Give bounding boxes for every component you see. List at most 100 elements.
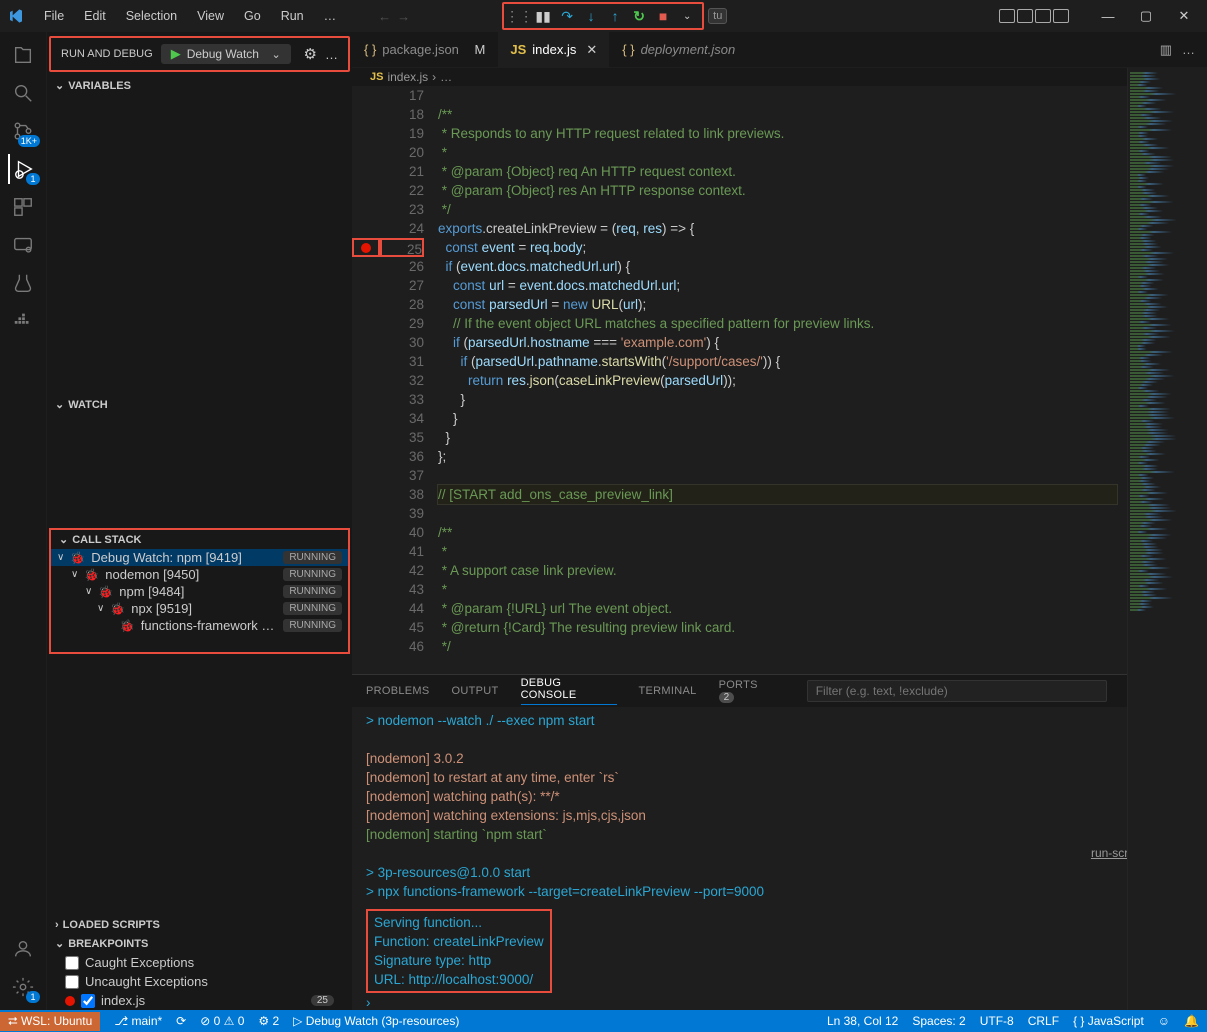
- menu-file[interactable]: File: [36, 7, 72, 25]
- lang-status[interactable]: { } JavaScript: [1073, 1014, 1144, 1028]
- config-name: Debug Watch: [187, 47, 259, 61]
- account-icon[interactable]: [8, 934, 38, 964]
- bp-count: 25: [311, 995, 334, 1006]
- encoding-status[interactable]: UTF-8: [980, 1014, 1014, 1028]
- restart-icon[interactable]: ↻: [627, 5, 651, 27]
- pause-icon[interactable]: ▮▮: [531, 5, 555, 27]
- tab-close-icon[interactable]: ✕: [586, 42, 597, 58]
- stop-icon[interactable]: ■: [651, 5, 675, 27]
- step-into-icon[interactable]: ↓: [579, 5, 603, 27]
- tab-output[interactable]: OUTPUT: [452, 685, 499, 697]
- bp-caught[interactable]: Caught Exceptions: [47, 953, 352, 972]
- callstack-row[interactable]: ∨🐞npm [9484]RUNNING: [51, 583, 348, 600]
- code-editor[interactable]: 1718192021222324252627282930313233343536…: [352, 86, 1207, 674]
- feedback-icon[interactable]: ☺: [1158, 1014, 1170, 1028]
- loaded-scripts-header[interactable]: ›LOADED SCRIPTS: [47, 916, 352, 934]
- panel: PROBLEMS OUTPUT DEBUG CONSOLE TERMINAL P…: [352, 674, 1207, 1010]
- debug-status[interactable]: ▷ Debug Watch (3p-resources): [293, 1014, 459, 1028]
- variables-header[interactable]: ⌄VARIABLES: [47, 76, 352, 95]
- chevron-down-icon: ⌄: [271, 48, 280, 61]
- nav-fwd-icon[interactable]: →: [397, 9, 410, 24]
- more-icon[interactable]: …: [325, 47, 338, 62]
- scm-icon[interactable]: 1K+: [8, 116, 38, 146]
- gear-icon[interactable]: ⚙: [304, 45, 317, 63]
- layout-4-icon: [1053, 9, 1069, 23]
- close-window-icon[interactable]: ✕: [1169, 8, 1199, 24]
- bp-uncaught[interactable]: Uncaught Exceptions: [47, 972, 352, 991]
- bp-file-check[interactable]: [81, 994, 95, 1008]
- layout-icons[interactable]: [999, 9, 1069, 23]
- debug-console[interactable]: > nodemon --watch ./ --exec npm start [n…: [352, 707, 1207, 1010]
- title-bar: File Edit Selection View Go Run … ← → ⋮⋮…: [0, 0, 1207, 32]
- drag-handle-icon[interactable]: ⋮⋮: [507, 5, 531, 27]
- menu-view[interactable]: View: [189, 7, 232, 25]
- ports-badge: 2: [719, 692, 735, 703]
- window-controls: — ▢ ✕: [999, 8, 1199, 24]
- menu-go[interactable]: Go: [236, 7, 269, 25]
- layout-2-icon: [1017, 9, 1033, 23]
- activity-bar: 1K+ 1 1: [0, 32, 46, 1010]
- ports-status[interactable]: ⚙ 2: [258, 1014, 279, 1028]
- editor-tabs: { }package.json M JSindex.js✕ { }deploym…: [352, 32, 1207, 68]
- breadcrumb[interactable]: JS index.js › …: [352, 68, 1207, 86]
- stop-chevron-icon[interactable]: ⌄: [675, 5, 699, 27]
- breakpoints-header[interactable]: ⌄BREAKPOINTS: [47, 934, 352, 953]
- editor-area: { }package.json M JSindex.js✕ { }deploym…: [352, 32, 1207, 1010]
- git-branch[interactable]: ⎇ main*: [114, 1014, 162, 1028]
- step-over-icon[interactable]: ↷: [555, 5, 579, 27]
- step-out-icon[interactable]: ↑: [603, 5, 627, 27]
- watch-header[interactable]: ⌄WATCH: [47, 395, 352, 414]
- bell-icon[interactable]: 🔔: [1184, 1014, 1199, 1028]
- bp-uncaught-check[interactable]: [65, 975, 79, 989]
- tab-problems[interactable]: PROBLEMS: [366, 685, 430, 697]
- maximize-icon[interactable]: ▢: [1131, 8, 1161, 24]
- console-line: run-script-pkg.js:64: [366, 844, 1193, 863]
- callstack-row[interactable]: ∨🐞npx [9519]RUNNING: [51, 600, 348, 617]
- minimap[interactable]: [1127, 68, 1207, 1010]
- menu-run[interactable]: Run: [273, 7, 312, 25]
- tab-deployment-json[interactable]: { }deployment.json: [610, 32, 748, 67]
- console-line: [nodemon] watching path(s): **/*log.js:3…: [366, 787, 1193, 806]
- launch-config-dropdown[interactable]: ▶ Debug Watch ⌄: [161, 44, 291, 64]
- menu-overflow[interactable]: …: [316, 7, 345, 25]
- callstack-header[interactable]: ⌄CALL STACK: [51, 530, 348, 549]
- remote-icon[interactable]: [8, 230, 38, 260]
- docker-icon[interactable]: [8, 306, 38, 336]
- tab-more-icon[interactable]: …: [1182, 42, 1195, 57]
- search-remnant[interactable]: tu: [708, 8, 727, 24]
- js-icon: JS: [370, 71, 383, 83]
- debug-icon[interactable]: 1: [8, 154, 38, 184]
- split-icon[interactable]: ▥: [1160, 42, 1172, 58]
- bp-caught-check[interactable]: [65, 956, 79, 970]
- nav-back-icon[interactable]: ←: [378, 9, 391, 24]
- minimize-icon[interactable]: —: [1093, 9, 1123, 24]
- git-sync[interactable]: ⟳: [176, 1014, 186, 1028]
- problems-status[interactable]: ⊘ 0 ⚠ 0: [200, 1014, 244, 1028]
- tab-ports[interactable]: PORTS 2: [719, 679, 775, 703]
- tab-index-js[interactable]: JSindex.js✕: [498, 32, 610, 67]
- console-line: [366, 730, 1193, 749]
- callstack-row[interactable]: ∨🐞nodemon [9450]RUNNING: [51, 566, 348, 583]
- callstack-row[interactable]: 🐞functions-framework [954…RUNNING: [51, 617, 348, 634]
- console-line: > 3p-resources@1.0.0 start: [366, 863, 1193, 882]
- indent-status[interactable]: Spaces: 2: [912, 1014, 965, 1028]
- testing-icon[interactable]: [8, 268, 38, 298]
- console-filter-input[interactable]: [807, 680, 1107, 702]
- cursor-pos[interactable]: Ln 38, Col 12: [827, 1014, 898, 1028]
- tab-debug-console[interactable]: DEBUG CONSOLE: [521, 677, 617, 705]
- console-line: [nodemon] starting `npm start`log.js:34: [366, 825, 1193, 844]
- settings-icon[interactable]: 1: [8, 972, 38, 1002]
- search-icon[interactable]: [8, 78, 38, 108]
- eol-status[interactable]: CRLF: [1028, 1014, 1059, 1028]
- scm-badge: 1K+: [18, 135, 40, 147]
- tab-terminal[interactable]: TERMINAL: [639, 685, 697, 697]
- menu-edit[interactable]: Edit: [76, 7, 114, 25]
- callstack-row[interactable]: ∨🐞Debug Watch: npm [9419]RUNNING: [51, 549, 348, 566]
- serving-output: Serving function... Function: createLink…: [366, 909, 552, 993]
- remote-indicator[interactable]: ⮂ WSL: Ubuntu: [0, 1012, 100, 1031]
- menu-selection[interactable]: Selection: [118, 7, 185, 25]
- explorer-icon[interactable]: [8, 40, 38, 70]
- extensions-icon[interactable]: [8, 192, 38, 222]
- bp-file[interactable]: index.js25: [47, 991, 352, 1010]
- tab-package-json[interactable]: { }package.json M: [352, 32, 498, 67]
